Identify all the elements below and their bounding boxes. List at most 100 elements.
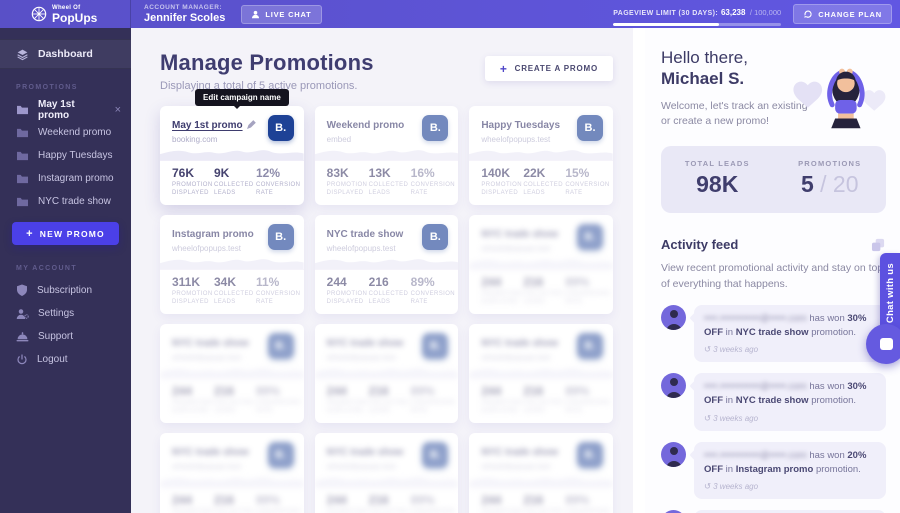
stat-leads-label: COLLECTED LEADS (523, 291, 565, 307)
content-divider (633, 28, 645, 513)
stat-leads-value: 216 (523, 493, 565, 507)
booking-logo: B. (577, 115, 603, 141)
mini-area-chart (160, 471, 304, 487)
brand-logo[interactable]: Wheel Of PopUps (0, 0, 131, 28)
promo-card[interactable]: NYC trade show wheelofpopups.test B. 244… (469, 324, 613, 423)
promo-card-domain: wheelofpopups.test (327, 462, 404, 471)
promo-card[interactable]: NYC trade show wheelofpopups.test B. 244… (315, 215, 459, 314)
feed-bubble: ••••.••••••••••••@•••••.com has won 20% … (694, 442, 886, 500)
stat-rate-value: 16% (411, 166, 453, 180)
promo-card[interactable]: NYC trade show wheelofpopups.test B. 244… (315, 324, 459, 423)
pageview-progress-fill (613, 23, 719, 26)
stat-rate-label: CONVERSION RATE (256, 291, 298, 307)
stat-displayed-label: PROMOTION DISPLAYED (172, 400, 214, 416)
sidebar-item-promo-instagram[interactable]: Instagram promo (0, 167, 131, 190)
promo-card[interactable]: NYC trade show wheelofpopups.test B. 244… (160, 324, 304, 423)
promotions-section-label: PROMOTIONS (0, 84, 131, 91)
feed-email-redacted: ••••.••••••••••••@•••••.com (704, 381, 807, 392)
app-window: Wheel Of PopUps ACCOUNT MANAGER: Jennife… (0, 0, 900, 513)
sidebar-item-settings[interactable]: Settings (0, 302, 131, 325)
stat-rate-value: 89% (411, 384, 453, 398)
user-name: Michael S. (661, 69, 744, 88)
stat-displayed-value: 244 (481, 275, 523, 289)
logout-label: Logout (37, 354, 68, 365)
stat-leads-label: COLLECTED LEADS (523, 509, 565, 513)
history-icon: ↺ (704, 413, 711, 423)
stat-rate-value: 89% (411, 493, 453, 507)
promotions-label: PROMOTIONS (774, 159, 887, 168)
right-panel: Hello there, Michael S. Welcome, let's t… (645, 28, 900, 513)
booking-logo: B. (422, 224, 448, 250)
promo-card[interactable]: May 1st promo booking.com B. 76K PROMOTI… (160, 106, 304, 205)
stat-displayed-value: 311K (172, 275, 214, 289)
stat-rate-value: 89% (565, 275, 607, 289)
feed-timestamp: ↺3 weeks ago (704, 343, 876, 356)
sidebar-item-promo-nyc[interactable]: NYC trade show (0, 190, 131, 213)
new-promo-label: NEW PROMO (40, 229, 105, 239)
promo-card[interactable]: Happy Tuesdays wheelofpopups.test B. 140… (469, 106, 613, 205)
stat-leads-value: 216 (214, 493, 256, 507)
history-icon: ↺ (704, 481, 711, 491)
feed-email-redacted: ••••.••••••••••••@•••••.com (704, 313, 807, 324)
sidebar-item-promo-weekend[interactable]: Weekend promo (0, 121, 131, 144)
stat-displayed-value: 244 (172, 493, 214, 507)
stat-displayed-label: PROMOTION DISPLAYED (172, 182, 214, 198)
sidebar-item-promo-may1st[interactable]: May 1st promo × (0, 98, 131, 121)
promo-card[interactable]: NYC trade show wheelofpopups.test B. 244… (469, 215, 613, 314)
promo-card-title: NYC trade show (327, 229, 404, 240)
mini-area-chart (469, 471, 613, 487)
promo-card-title: NYC trade show (327, 447, 404, 458)
chat-with-us-tab[interactable]: Chat with us (880, 253, 900, 333)
sidebar-item-logout[interactable]: Logout (0, 348, 131, 371)
avatar (661, 305, 686, 330)
layers-icon (16, 48, 29, 61)
edit-pencil-icon[interactable] (247, 120, 256, 129)
promo-card-domain: wheelofpopups.test (481, 244, 558, 253)
sidebar-item-promo-happy-tuesdays[interactable]: Happy Tuesdays (0, 144, 131, 167)
folder-icon (16, 104, 29, 115)
promo-card[interactable]: NYC trade show wheelofpopups.test B. 244… (315, 433, 459, 513)
folder-icon (16, 127, 29, 138)
promo-card-domain: wheelofpopups.test (481, 353, 558, 362)
stat-leads-value: 216 (369, 275, 411, 289)
account-manager-label: ACCOUNT MANAGER: (144, 4, 225, 11)
booking-logo: B. (577, 333, 603, 359)
feed-timestamp: ↺3 weeks ago (704, 412, 876, 425)
stat-leads-value: 216 (369, 384, 411, 398)
stat-leads-label: COLLECTED LEADS (214, 509, 256, 513)
close-icon[interactable]: × (115, 104, 121, 116)
sidebar-dashboard-label: Dashboard (38, 48, 93, 60)
stat-displayed-value: 83K (327, 166, 369, 180)
stat-displayed-label: PROMOTION DISPLAYED (481, 509, 523, 513)
change-plan-button[interactable]: CHANGE PLAN (793, 4, 892, 24)
stat-leads-label: COLLECTED LEADS (369, 291, 411, 307)
live-chat-button[interactable]: LIVE CHAT (241, 5, 321, 24)
booking-logo: B. (422, 115, 448, 141)
sidebar-item-dashboard[interactable]: Dashboard (0, 39, 131, 69)
sidebar-item-support[interactable]: Support (0, 325, 131, 348)
sidebar-item-subscription[interactable]: Subscription (0, 279, 131, 302)
promo-card[interactable]: Instagram promo wheelofpopups.test B. 31… (160, 215, 304, 314)
create-promo-button[interactable]: + CREATE A PROMO (485, 56, 613, 81)
stat-displayed-label: PROMOTION DISPLAYED (327, 182, 369, 198)
account-manager: ACCOUNT MANAGER: Jennifer Scoles (144, 4, 225, 23)
feed-text-promotion: promotion. (811, 327, 856, 338)
promo-card[interactable]: Weekend promo embed B. 83K PROMOTION DIS… (315, 106, 459, 205)
promo-card-domain: wheelofpopups.test (172, 353, 249, 362)
chat-bubble-button[interactable] (866, 324, 900, 364)
change-plan-label: CHANGE PLAN (818, 10, 882, 19)
activity-feed-item: ••••.••••••••••••@•••••.com has won 30% … (661, 373, 886, 431)
booking-logo: B. (268, 224, 294, 250)
stat-rate-value: 89% (256, 493, 298, 507)
stack-copy-icon (871, 238, 886, 252)
promotions-used: 5 (801, 171, 814, 197)
stat-rate-label: CONVERSION RATE (411, 400, 453, 416)
promo-card[interactable]: NYC trade show wheelofpopups.test B. 244… (469, 433, 613, 513)
promo-card[interactable]: NYC trade show wheelofpopups.test B. 244… (160, 433, 304, 513)
stat-displayed-value: 244 (481, 493, 523, 507)
pageview-used: 63,238 (721, 8, 745, 17)
support-label: Support (38, 331, 73, 342)
feed-text-promotion: promotion. (811, 395, 856, 406)
stat-leads-value: 13K (369, 166, 411, 180)
new-promo-button[interactable]: + NEW PROMO (12, 222, 119, 245)
